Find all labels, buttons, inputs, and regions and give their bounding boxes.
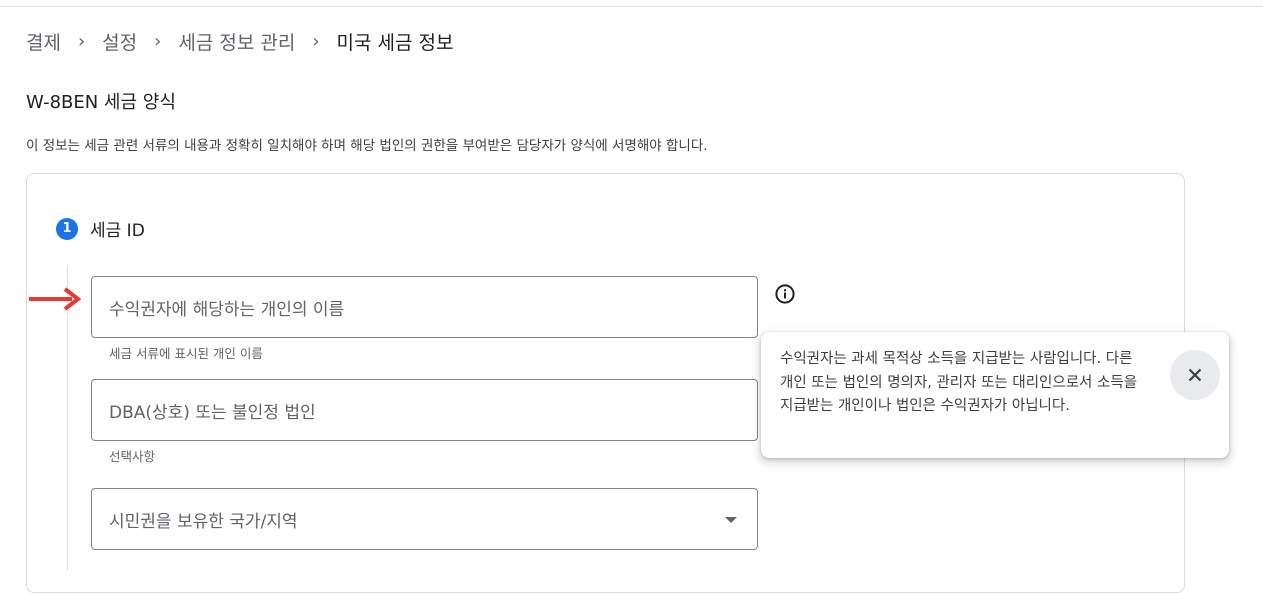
tooltip-close-button[interactable] xyxy=(1170,350,1220,400)
dba-name-helper: 선택사항 xyxy=(109,449,156,464)
step-header: 1 세금 ID xyxy=(56,216,145,241)
breadcrumb: 결제 › 설정 › 세금 정보 관리 › 미국 세금 정보 xyxy=(26,28,453,54)
breadcrumb-item-settings[interactable]: 설정 xyxy=(102,28,137,55)
citizenship-country-placeholder: 시민권을 보유한 국가/지역 xyxy=(109,511,298,532)
dba-name-placeholder: DBA(상호) 또는 불인정 법인 xyxy=(109,402,316,423)
breadcrumb-separator-icon: › xyxy=(77,30,86,52)
step-number-badge: 1 xyxy=(56,217,78,240)
close-icon xyxy=(1188,368,1202,382)
info-icon[interactable] xyxy=(774,283,796,305)
dba-name-input[interactable]: DBA(상호) 또는 불인정 법인 xyxy=(91,379,758,441)
beneficiary-name-input[interactable]: 수익권자에 해당하는 개인의 이름 xyxy=(91,276,758,338)
top-divider xyxy=(0,6,1263,7)
red-arrow-icon xyxy=(29,287,82,311)
info-tooltip: 수익권자는 과세 목적상 소득을 지급받는 사람입니다. 다른 개인 또는 법인… xyxy=(761,332,1229,458)
beneficiary-name-helper: 세금 서류에 표시된 개인 이름 xyxy=(109,346,263,361)
tooltip-text: 수익권자는 과세 목적상 소득을 지급받는 사람입니다. 다른 개인 또는 법인… xyxy=(780,351,1138,414)
breadcrumb-separator-icon: › xyxy=(312,30,320,52)
breadcrumb-item-tax-info[interactable]: 세금 정보 관리 xyxy=(178,28,295,55)
page-title: W-8BEN 세금 양식 xyxy=(26,92,176,113)
citizenship-country-select[interactable]: 시민권을 보유한 국가/지역 xyxy=(91,488,758,550)
breadcrumb-current: 미국 세금 정보 xyxy=(336,31,454,54)
step-title: 세금 ID xyxy=(90,221,145,241)
form-description: 이 정보는 세금 관련 서류의 내용과 정확히 일치해야 하며 해당 법인의 권… xyxy=(26,138,708,154)
dropdown-caret-icon xyxy=(725,517,737,523)
breadcrumb-item-billing[interactable]: 결제 xyxy=(26,28,61,55)
breadcrumb-separator-icon: › xyxy=(154,30,162,52)
beneficiary-name-placeholder: 수익권자에 해당하는 개인의 이름 xyxy=(109,299,345,320)
